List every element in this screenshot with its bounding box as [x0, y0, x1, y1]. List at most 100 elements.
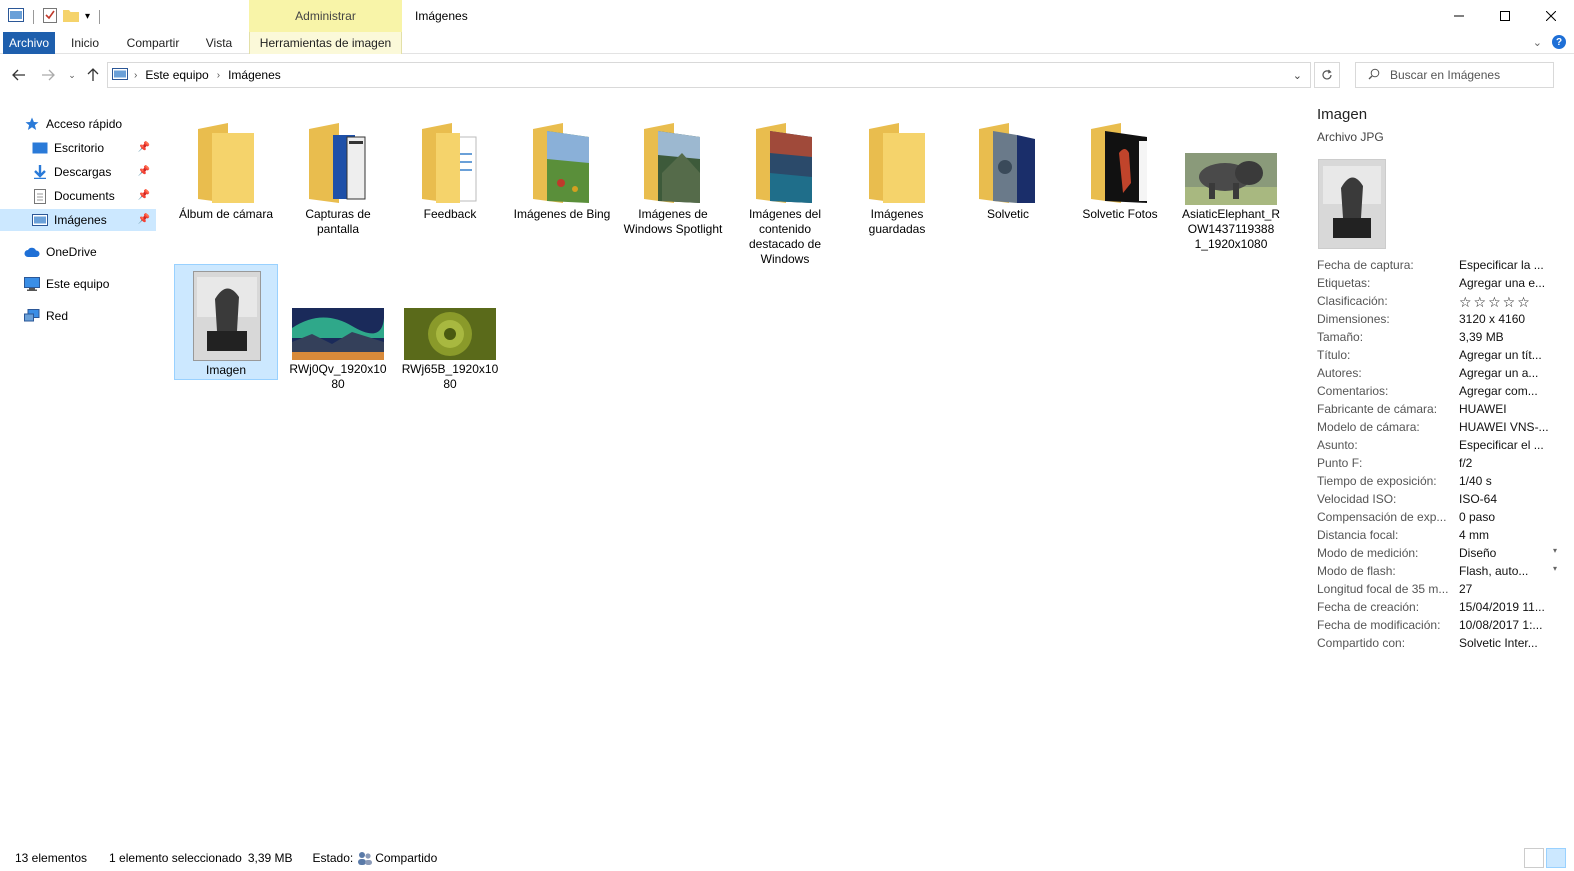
- back-button[interactable]: [9, 65, 29, 85]
- property-value[interactable]: f/2: [1459, 456, 1549, 474]
- property-value[interactable]: 4 mm: [1459, 528, 1549, 546]
- sidebar-item-descargas[interactable]: Descargas 📌: [0, 161, 156, 183]
- sidebar-item-escritorio[interactable]: Escritorio 📌: [0, 137, 156, 159]
- pin-icon[interactable]: 📌: [138, 166, 150, 177]
- sidebar-item-este-equipo[interactable]: Este equipo: [24, 273, 158, 295]
- property-row: Tamaño: 3,39 MB: [1317, 330, 1567, 348]
- dropdown-icon[interactable]: ▾: [1553, 546, 1557, 564]
- pin-icon[interactable]: 📌: [138, 142, 150, 153]
- file-list: Álbum de cámara Capturas de pantalla Fee…: [160, 104, 1300, 844]
- property-name: Título:: [1317, 348, 1351, 362]
- image-thumbnail: [286, 264, 390, 360]
- sidebar-item-documents[interactable]: Documents 📌: [0, 185, 156, 207]
- folder-icon: [621, 109, 725, 205]
- tab-inicio[interactable]: Inicio: [60, 32, 110, 54]
- pin-icon[interactable]: 📌: [138, 214, 150, 225]
- ribbon-tabs: Archivo Inicio Compartir Vista Herramien…: [0, 32, 1574, 54]
- forward-button[interactable]: [38, 65, 58, 85]
- folder-album-de-camara[interactable]: Álbum de cámara: [174, 109, 278, 222]
- property-value[interactable]: Agregar un tít...: [1459, 348, 1549, 366]
- up-button[interactable]: [83, 65, 103, 85]
- maximize-button[interactable]: [1482, 0, 1528, 32]
- property-value[interactable]: Agregar una e...: [1459, 276, 1549, 294]
- folder-solvetic-fotos[interactable]: Solvetic Fotos: [1068, 109, 1172, 222]
- image-rwj65b[interactable]: RWj65B_1920x1080: [398, 264, 502, 392]
- property-value[interactable]: 10/08/2017 1:...: [1459, 618, 1549, 636]
- minimize-button[interactable]: [1436, 0, 1482, 32]
- tab-herramientas-de-imagen[interactable]: Herramientas de imagen: [249, 32, 402, 54]
- property-value[interactable]: ISO-64: [1459, 492, 1549, 510]
- image-imagen[interactable]: Imagen: [174, 264, 278, 380]
- image-rwj0qv[interactable]: RWj0Qv_1920x1080: [286, 264, 390, 392]
- help-icon[interactable]: ?: [1552, 35, 1566, 49]
- address-bar[interactable]: › Este equipo › Imágenes ⌄: [107, 62, 1311, 88]
- folder-imagenes-de-bing[interactable]: Imágenes de Bing: [510, 109, 614, 222]
- address-dropdown-icon[interactable]: ⌄: [1293, 69, 1302, 82]
- property-row: Fabricante de cámara: HUAWEI: [1317, 402, 1567, 420]
- property-row: Punto F: f/2: [1317, 456, 1567, 474]
- property-value[interactable]: 3,39 MB: [1459, 330, 1549, 348]
- property-value[interactable]: 27: [1459, 582, 1549, 600]
- sidebar-item-label: Imágenes: [54, 213, 107, 227]
- property-value[interactable]: Flash, auto...: [1459, 564, 1549, 582]
- search-box[interactable]: [1355, 62, 1554, 88]
- sidebar-item-label: Acceso rápido: [46, 117, 123, 131]
- sidebar-item-onedrive[interactable]: OneDrive: [24, 241, 158, 263]
- folder-capturas-de-pantalla[interactable]: Capturas de pantalla: [286, 109, 390, 237]
- property-value[interactable]: Agregar un a...: [1459, 366, 1549, 384]
- property-value[interactable]: 15/04/2019 11...: [1459, 600, 1549, 618]
- tab-archivo[interactable]: Archivo: [3, 32, 55, 54]
- property-value[interactable]: 3120 x 4160: [1459, 312, 1549, 330]
- large-icons-view-button[interactable]: [1546, 848, 1566, 868]
- property-value[interactable]: 0 paso: [1459, 510, 1549, 528]
- property-value[interactable]: HUAWEI VNS-...: [1459, 420, 1549, 438]
- star-icon: [24, 116, 40, 132]
- breadcrumb-este-equipo[interactable]: Este equipo: [145, 68, 208, 82]
- pin-icon[interactable]: 📌: [138, 190, 150, 201]
- window-icon[interactable]: [8, 8, 24, 25]
- window-controls: [1436, 0, 1574, 32]
- property-value[interactable]: Especificar la ...: [1459, 258, 1549, 276]
- folder-feedback[interactable]: Feedback: [398, 109, 502, 222]
- property-value[interactable]: HUAWEI: [1459, 402, 1549, 420]
- folder-imagenes-de-windows-spotlight[interactable]: Imágenes de Windows Spotlight: [621, 109, 725, 237]
- customize-qat-icon[interactable]: ▾: [85, 11, 90, 22]
- property-row: Autores: Agregar un a...: [1317, 366, 1567, 384]
- breadcrumb-imagenes[interactable]: Imágenes: [228, 68, 281, 82]
- folder-solvetic[interactable]: Solvetic: [956, 109, 1060, 222]
- property-value[interactable]: Especificar el ...: [1459, 438, 1549, 456]
- property-value[interactable]: 1/40 s: [1459, 474, 1549, 492]
- breadcrumb-separator-icon[interactable]: ›: [217, 70, 220, 81]
- details-file-type: Archivo JPG: [1317, 130, 1384, 144]
- properties-icon[interactable]: [43, 7, 57, 26]
- property-row: Modo de medición: Diseño ▾: [1317, 546, 1567, 564]
- tab-compartir[interactable]: Compartir: [118, 32, 188, 54]
- sidebar-item-label: Escritorio: [54, 141, 105, 155]
- search-input[interactable]: [1390, 68, 1540, 82]
- file-label: AsiaticElephant_ROW1437119388 1_1920x108…: [1181, 207, 1281, 251]
- rating-stars[interactable]: ☆☆☆☆☆: [1459, 294, 1549, 312]
- property-value[interactable]: Diseño: [1459, 546, 1549, 564]
- folder-imagenes-del-contenido-destacado[interactable]: Imágenes del contenido destacado de Wind…: [733, 109, 837, 267]
- dropdown-icon[interactable]: ▾: [1553, 564, 1557, 582]
- breadcrumb-separator-icon[interactable]: ›: [134, 70, 137, 81]
- sidebar-item-acceso-rapido[interactable]: Acceso rápido: [24, 113, 158, 135]
- document-icon: [32, 188, 48, 204]
- new-folder-icon[interactable]: [63, 8, 79, 25]
- image-asiatic-elephant[interactable]: AsiaticElephant_ROW1437119388 1_1920x108…: [1179, 109, 1283, 252]
- details-properties: Fecha de captura: Especificar la ... Etiqu…: [1317, 258, 1567, 654]
- details-view-button[interactable]: [1524, 848, 1544, 868]
- file-label: Imágenes del contenido destacado de Wind…: [748, 207, 822, 266]
- refresh-button[interactable]: [1314, 62, 1340, 88]
- property-value[interactable]: Agregar com...: [1459, 384, 1549, 402]
- property-value[interactable]: Solvetic Inter...: [1459, 636, 1549, 654]
- recent-locations-icon[interactable]: ⌄: [62, 65, 82, 85]
- close-button[interactable]: [1528, 0, 1574, 32]
- sidebar-item-red[interactable]: Red: [24, 305, 158, 327]
- tab-vista[interactable]: Vista: [196, 32, 242, 54]
- folder-imagenes-guardadas[interactable]: Imágenes guardadas: [845, 109, 949, 237]
- expand-ribbon-icon[interactable]: ⌄: [1533, 36, 1542, 49]
- property-name: Longitud focal de 35 m...: [1317, 582, 1449, 596]
- sidebar-item-imagenes[interactable]: Imágenes 📌: [0, 209, 156, 231]
- property-row: Comentarios: Agregar com...: [1317, 384, 1567, 402]
